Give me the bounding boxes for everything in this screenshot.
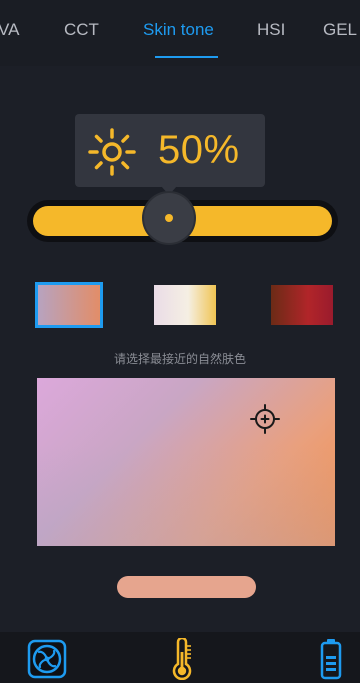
sun-icon: [88, 128, 136, 176]
tab-cct[interactable]: CCT: [64, 20, 99, 40]
skin-tone-preset-1[interactable]: [38, 285, 100, 325]
battery-icon: [320, 639, 342, 680]
tab-hsi[interactable]: HSI: [257, 20, 285, 40]
brightness-slider-thumb[interactable]: [144, 193, 194, 243]
crosshair-icon[interactable]: [250, 404, 280, 434]
skin-tone-screen: VA CCT Skin tone HSI GEL 50% 请选择最接近的自然肤色: [0, 0, 360, 683]
active-tab-indicator: [155, 56, 218, 58]
thermometer-icon[interactable]: [172, 638, 192, 680]
slider-thumb-dot: [165, 214, 173, 222]
tab-skin-tone[interactable]: Skin tone: [143, 20, 214, 40]
fan-icon[interactable]: [27, 639, 67, 679]
mode-tab-bar: VA CCT Skin tone HSI GEL: [0, 0, 360, 66]
skin-tone-preset-2[interactable]: [154, 285, 216, 325]
skin-tone-preset-3[interactable]: [271, 285, 333, 325]
tab-gel[interactable]: GEL: [323, 20, 357, 40]
selected-color-preview: [117, 576, 256, 598]
tab-va[interactable]: VA: [0, 20, 19, 40]
skin-tone-color-pad[interactable]: [37, 378, 335, 546]
brightness-value: 50%: [158, 128, 240, 172]
skin-tone-prompt: 请选择最接近的自然肤色: [113, 352, 246, 366]
